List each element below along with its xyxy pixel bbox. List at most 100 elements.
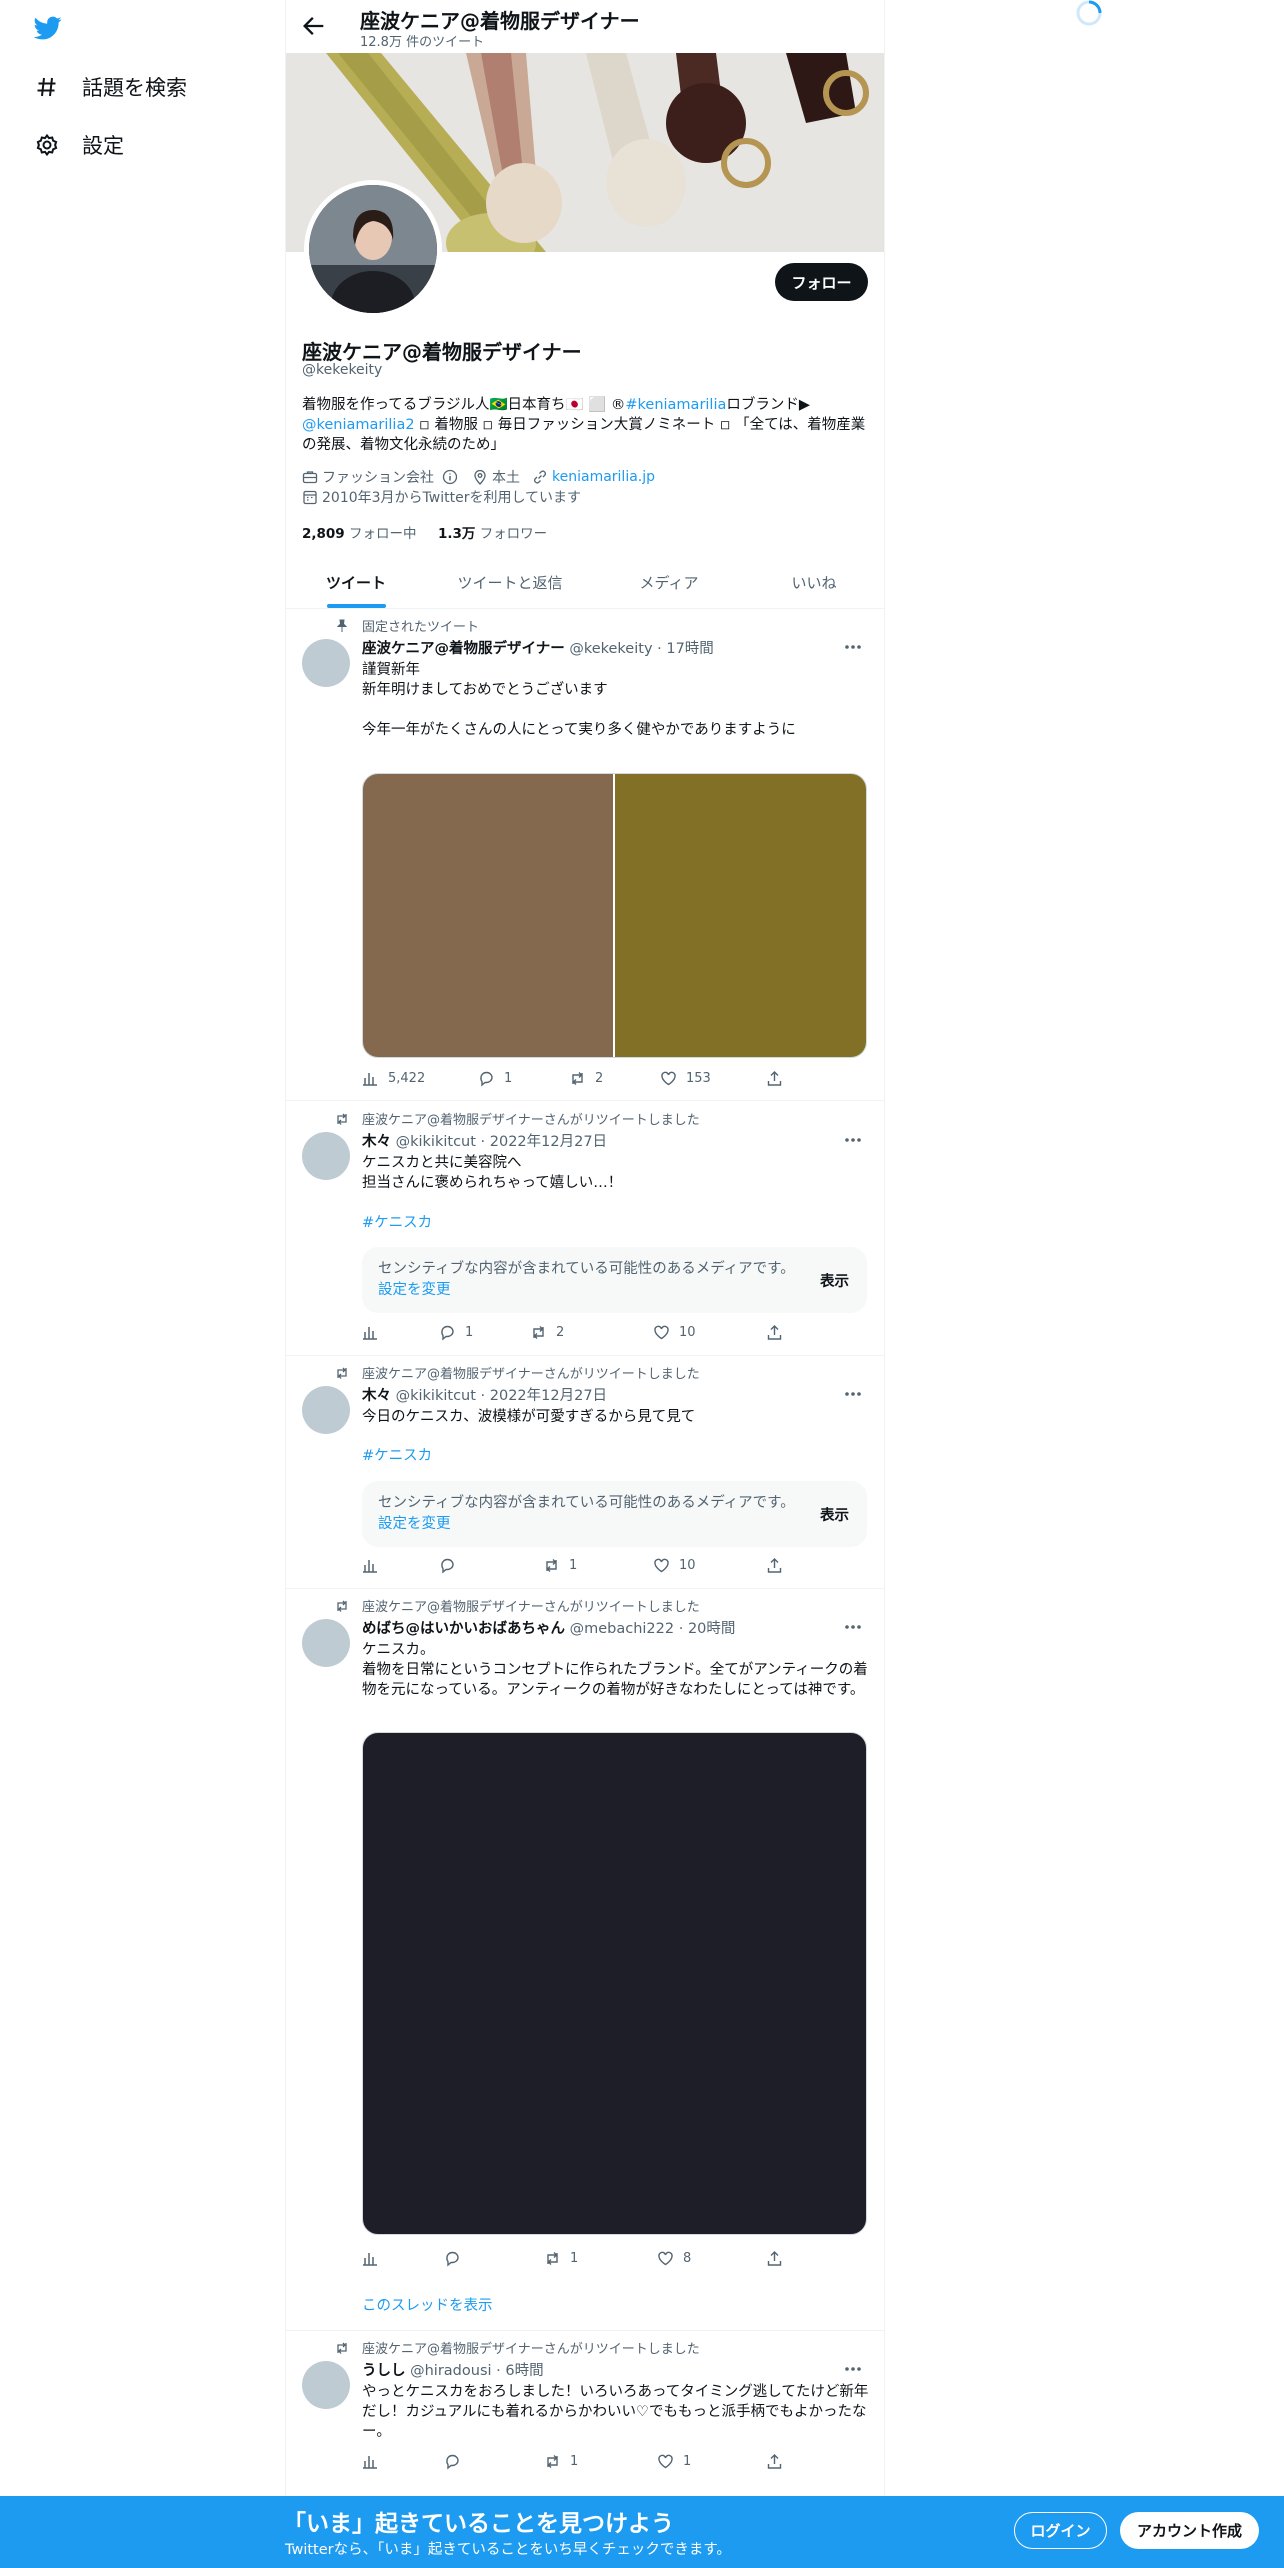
share-button[interactable] (766, 2453, 792, 2470)
share-button[interactable] (766, 1557, 792, 1574)
retweet-button[interactable]: 1 (544, 2250, 578, 2267)
tweet-article[interactable]: 固定されたツイート 座波ケニア@着物服デザイナー @kekekeity · 17… (286, 609, 884, 1101)
heart-icon (657, 2250, 674, 2267)
like-button[interactable]: 1 (657, 2453, 691, 2470)
follow-button[interactable]: フォロー (775, 263, 868, 301)
sensitive-media-warning: センシティブな内容が含まれている可能性のあるメディアです。設定を変更 表示 (362, 1481, 867, 1547)
author-handle[interactable]: @mebachi222 (570, 1621, 675, 1637)
tweet-time[interactable]: · 2022年12月27日 (481, 1388, 608, 1404)
header-tweet-count: 12.8万 件のツイート (360, 35, 485, 50)
avatar[interactable] (302, 639, 350, 687)
bio-mention-link[interactable]: @keniamarilia2 (302, 417, 415, 433)
views-button[interactable] (362, 1557, 388, 1574)
twitter-bird-icon[interactable] (32, 14, 64, 42)
nav-item-settings[interactable]: 設定 (34, 125, 124, 165)
like-button[interactable]: 10 (653, 1324, 696, 1341)
signup-button[interactable]: アカウント作成 (1120, 2512, 1259, 2549)
tab-tweets[interactable]: ツイート (286, 556, 426, 609)
chart-icon (362, 1557, 379, 1574)
tweet-time[interactable]: · 17時間 (657, 641, 714, 657)
author-name[interactable]: 木々 (362, 1134, 391, 1150)
chart-icon (362, 1070, 379, 1087)
views-button[interactable]: 5,422 (362, 1070, 425, 1087)
author-handle[interactable]: @hiradousi (410, 2363, 491, 2379)
like-button[interactable]: 153 (660, 1070, 711, 1087)
more-options-icon[interactable] (841, 1384, 865, 1404)
reply-button[interactable] (439, 1557, 465, 1574)
show-media-button[interactable]: 表示 (820, 1270, 849, 1291)
reply-button[interactable]: 1 (439, 1324, 473, 1341)
followers-link[interactable]: 1.3万 フォロワー (438, 526, 547, 542)
profile-column: 座波ケニア@着物服デザイナー 12.8万 件のツイート フォロー 座波ケニア@着… (285, 0, 885, 2568)
tweet-context: 座波ケニア@着物服デザイナーさんがリツイートしました (334, 2338, 700, 2357)
reply-icon (439, 1324, 456, 1341)
profile-website-link[interactable]: keniamarilia.jp (552, 469, 655, 485)
share-button[interactable] (766, 2250, 792, 2267)
author-handle[interactable]: @kikikitcut (396, 1388, 476, 1404)
share-icon (766, 1324, 783, 1341)
author-name[interactable]: 木々 (362, 1388, 391, 1404)
retweet-icon (334, 1365, 350, 1381)
more-options-icon[interactable] (841, 1130, 865, 1150)
retweet-icon (530, 1324, 547, 1341)
share-button[interactable] (766, 1324, 792, 1341)
media-image[interactable] (363, 774, 615, 1057)
views-button[interactable] (362, 2453, 388, 2470)
retweet-button[interactable]: 1 (544, 2453, 578, 2470)
tweet-article[interactable]: 座波ケニア@着物服デザイナーさんがリツイートしました めばち@はいかいおばあちゃ… (286, 1589, 884, 2331)
share-icon (766, 1070, 783, 1087)
avatar[interactable] (302, 1619, 350, 1667)
heart-icon (660, 1070, 677, 1087)
show-thread-link[interactable]: このスレッドを表示 (362, 2294, 493, 2315)
media-image[interactable] (614, 774, 866, 1057)
tweet-time[interactable]: · 20時間 (679, 1621, 736, 1637)
retweet-button[interactable]: 2 (569, 1070, 603, 1087)
tweet-time[interactable]: · 6時間 (496, 2363, 543, 2379)
avatar[interactable] (302, 1132, 350, 1180)
hashtag-link[interactable]: #ケニスカ (362, 1446, 872, 1466)
hashtag-link[interactable]: #ケニスカ (362, 1213, 872, 1233)
info-icon[interactable] (442, 469, 458, 485)
tweet-article[interactable]: 座波ケニア@着物服デザイナーさんがリツイートしました 木々 @kikikitcu… (286, 1356, 884, 1589)
nav-item-explore[interactable]: 話題を検索 (34, 67, 187, 107)
retweet-button[interactable]: 1 (543, 1557, 577, 1574)
views-button[interactable] (362, 2250, 388, 2267)
change-settings-link[interactable]: 設定を変更 (378, 1516, 451, 1532)
tweet-time[interactable]: · 2022年12月27日 (481, 1134, 608, 1150)
avatar[interactable] (302, 1386, 350, 1434)
profile-avatar[interactable] (304, 180, 442, 318)
login-button[interactable]: ログイン (1014, 2512, 1107, 2549)
avatar[interactable] (302, 2361, 350, 2409)
author-handle[interactable]: @kikikitcut (396, 1134, 476, 1150)
like-button[interactable]: 8 (657, 2250, 691, 2267)
bio-hashtag-link[interactable]: #keniamarilia (625, 397, 726, 413)
reply-button[interactable] (444, 2250, 470, 2267)
back-arrow-icon[interactable] (300, 12, 328, 40)
tweet-actions: 1 8 (362, 2250, 782, 2270)
more-options-icon[interactable] (841, 1617, 865, 1637)
tweet-media[interactable] (362, 1732, 867, 2235)
tab-media[interactable]: メディア (594, 556, 744, 609)
more-options-icon[interactable] (841, 2359, 865, 2379)
following-link[interactable]: 2,809 フォロー中 (302, 526, 417, 542)
tweet-media[interactable] (362, 773, 867, 1058)
tab-tweets-and-replies[interactable]: ツイートと返信 (426, 556, 594, 609)
like-button[interactable]: 10 (653, 1557, 696, 1574)
tweet-article[interactable]: 座波ケニア@着物服デザイナーさんがリツイートしました 木々 @kikikitcu… (286, 1102, 884, 1356)
nav-item-label: 話題を検索 (82, 76, 187, 100)
reply-button[interactable] (444, 2453, 470, 2470)
tab-likes[interactable]: いいね (744, 556, 884, 609)
share-button[interactable] (766, 1070, 792, 1087)
change-settings-link[interactable]: 設定を変更 (378, 1282, 451, 1298)
author-name[interactable]: うしし (362, 2363, 406, 2379)
author-name[interactable]: 座波ケニア@着物服デザイナー (362, 641, 565, 657)
reply-button[interactable]: 1 (478, 1070, 512, 1087)
author-handle[interactable]: @kekekeity (569, 641, 652, 657)
sensitive-media-warning: センシティブな内容が含まれている可能性のあるメディアです。設定を変更 表示 (362, 1247, 867, 1313)
retweet-button[interactable]: 2 (530, 1324, 564, 1341)
signup-prompt-bar: 「いま」起きていることを見つけよう Twitterなら、「いま」起きていることを… (0, 2496, 1284, 2568)
show-media-button[interactable]: 表示 (820, 1504, 849, 1525)
more-options-icon[interactable] (841, 637, 865, 657)
views-button[interactable] (362, 1324, 388, 1341)
author-name[interactable]: めばち@はいかいおばあちゃん (362, 1621, 565, 1637)
